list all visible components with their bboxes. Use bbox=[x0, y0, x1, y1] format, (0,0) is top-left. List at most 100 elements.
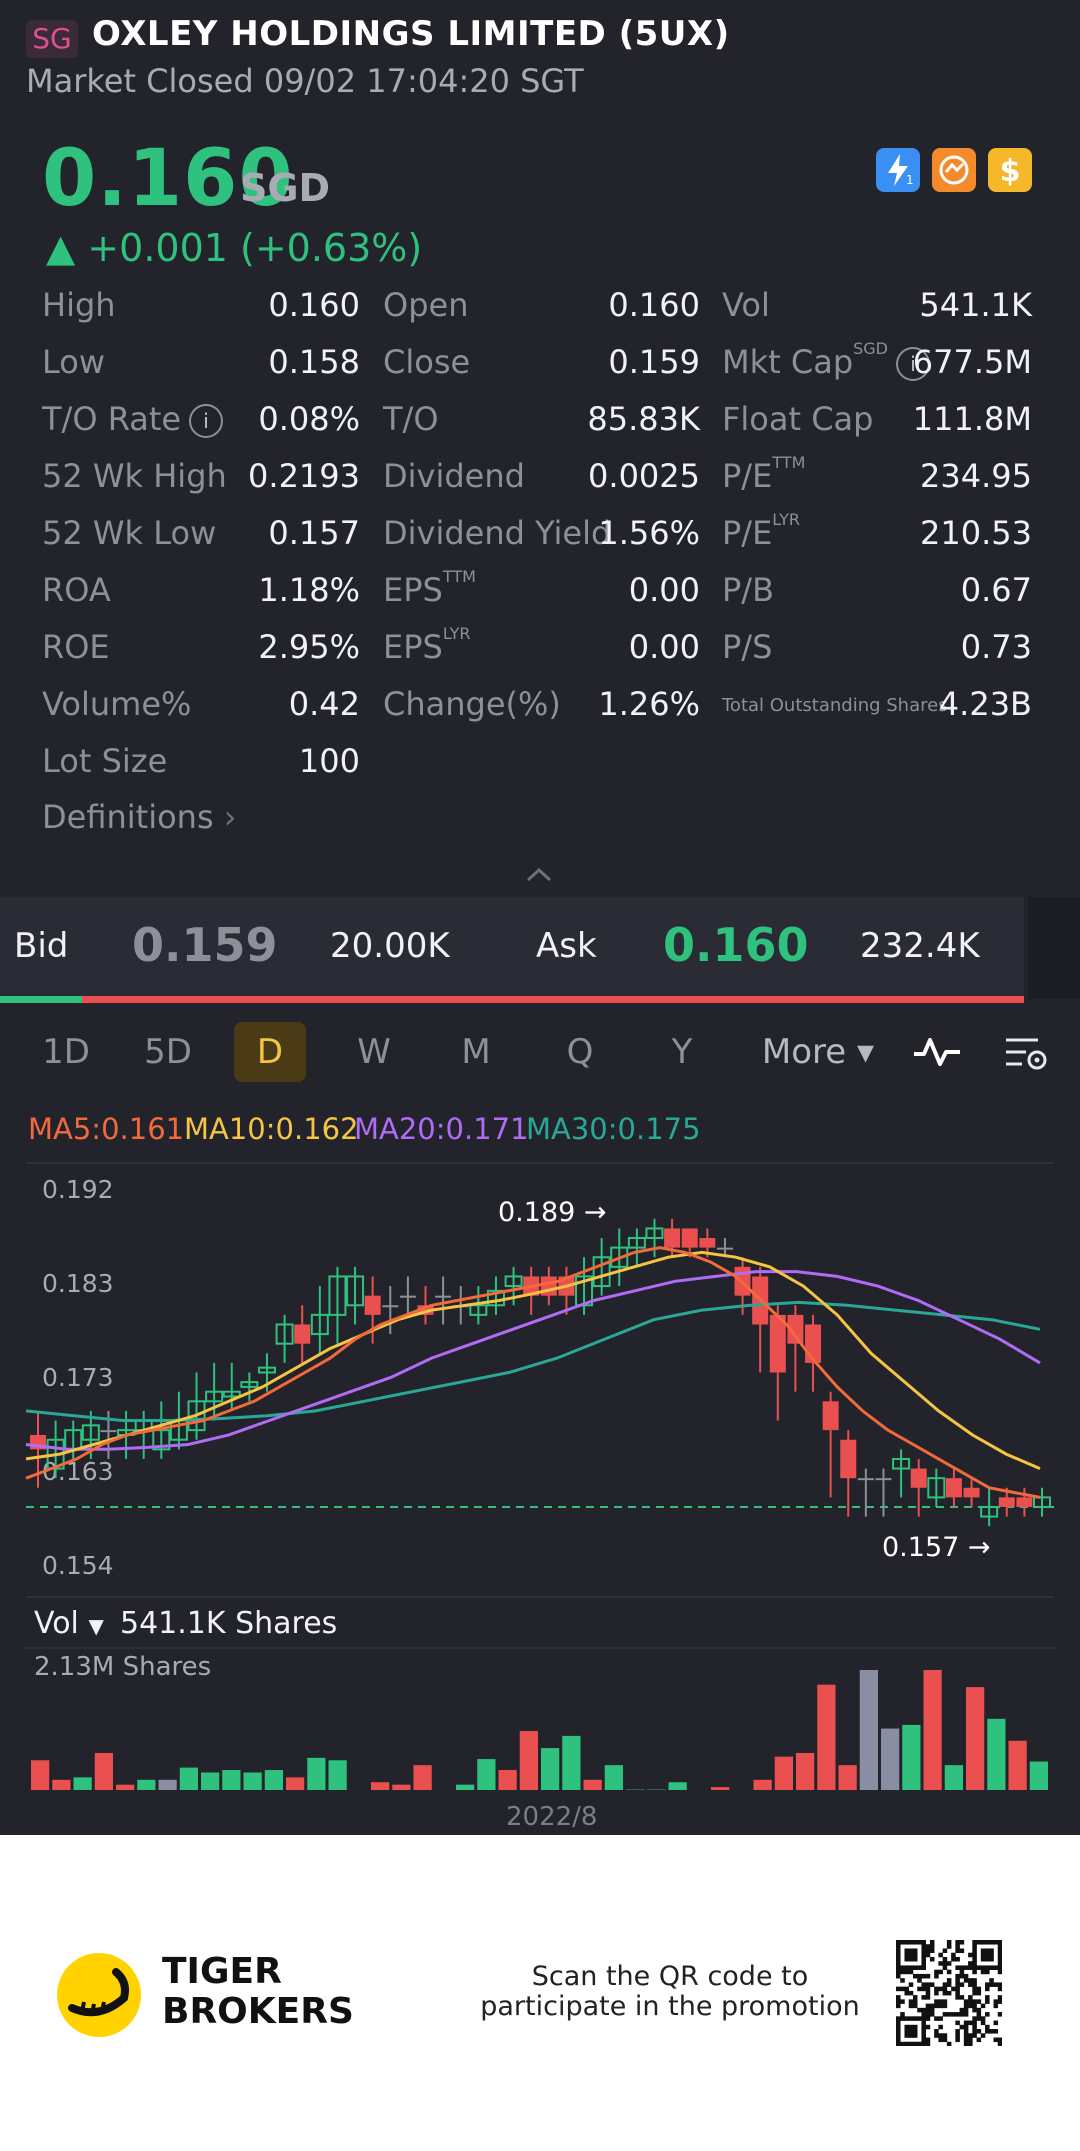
collapse-chevron-icon[interactable] bbox=[524, 866, 554, 888]
dollar-icon[interactable]: $ bbox=[988, 148, 1032, 192]
qr-module bbox=[896, 1948, 901, 1954]
volume-bar bbox=[859, 1670, 878, 1790]
qr-module bbox=[896, 1965, 901, 1970]
volume-selector[interactable]: Vol ▼ bbox=[34, 1606, 104, 1641]
price-chart[interactable]: 0.192 0.183 0.173 0.163 0.154 0.189 → 0.157 → bbox=[0, 1160, 1080, 1790]
qr-module bbox=[921, 2016, 926, 2021]
qr-module bbox=[896, 2033, 901, 2038]
qr-module bbox=[955, 2012, 960, 2017]
volume-bar bbox=[541, 1748, 560, 1790]
info-icon[interactable]: i bbox=[189, 404, 224, 438]
qr-module bbox=[908, 2016, 914, 2021]
qr-module bbox=[993, 2003, 999, 2009]
qr-module bbox=[896, 2029, 901, 2034]
qr-module bbox=[938, 1952, 943, 1958]
volume-bar bbox=[201, 1772, 220, 1790]
qr-module bbox=[917, 1973, 922, 1979]
qr-module bbox=[972, 1999, 977, 2004]
exchange-icon[interactable] bbox=[932, 148, 976, 192]
qr-module bbox=[989, 1956, 994, 1962]
qr-module bbox=[921, 1961, 926, 1966]
svg-text:1: 1 bbox=[906, 173, 914, 187]
qr-module bbox=[921, 2037, 926, 2043]
exchange-badge: SG bbox=[26, 20, 78, 58]
qr-module bbox=[925, 2007, 931, 2013]
stat-value: 85.83K bbox=[587, 400, 700, 438]
qr-module bbox=[896, 1973, 901, 1979]
qr-module bbox=[900, 1999, 905, 2004]
qr-module bbox=[959, 1995, 965, 2000]
volume-bar bbox=[371, 1782, 390, 1790]
candle-body bbox=[364, 1295, 381, 1315]
volume-bar bbox=[307, 1757, 326, 1790]
ask-size: 232.4K bbox=[860, 926, 980, 966]
ma10-legend: MA10:0.162 bbox=[184, 1112, 359, 1146]
volume-bar bbox=[222, 1770, 241, 1790]
qr-module bbox=[985, 1995, 990, 2000]
volume-bar bbox=[498, 1770, 517, 1790]
qr-module bbox=[921, 1965, 926, 1970]
qr-module bbox=[959, 1948, 965, 1954]
qr-module bbox=[938, 2037, 943, 2043]
volume-bar bbox=[158, 1779, 177, 1790]
qr-module bbox=[968, 1965, 973, 1970]
volume-bar bbox=[562, 1735, 581, 1790]
qr-module bbox=[925, 1995, 931, 2000]
stat-value: 541.1K bbox=[919, 286, 1032, 324]
bid-ratio-bar bbox=[0, 996, 82, 1003]
qr-module bbox=[985, 1999, 990, 2004]
stat-label: Vol bbox=[722, 286, 770, 324]
qr-module bbox=[959, 1969, 965, 1975]
tab-1d[interactable]: 1D bbox=[30, 1022, 102, 1082]
qr-module bbox=[955, 1965, 960, 1970]
lightning-icon[interactable]: 1 bbox=[876, 148, 920, 192]
indicator-icon[interactable] bbox=[912, 1032, 962, 1076]
stat-label: ROE bbox=[42, 628, 110, 666]
qr-module bbox=[976, 1986, 982, 1992]
tab-w[interactable]: W bbox=[338, 1022, 410, 1082]
tab-m[interactable]: M bbox=[440, 1022, 512, 1082]
qr-module bbox=[980, 1952, 986, 1958]
qr-module bbox=[921, 1940, 926, 1945]
tab-y[interactable]: Y bbox=[646, 1022, 718, 1082]
qr-module bbox=[972, 1986, 977, 1992]
qr-module bbox=[929, 1982, 935, 1987]
qr-module bbox=[917, 2041, 922, 2046]
qr-module bbox=[963, 1973, 969, 1979]
tab-more[interactable]: More ▾ bbox=[748, 1022, 888, 1082]
qr-module bbox=[946, 1982, 952, 1987]
qr-module bbox=[908, 2041, 914, 2046]
stock-title: OXLEY HOLDINGS LIMITED (5UX) bbox=[92, 14, 730, 54]
qr-module bbox=[989, 1965, 994, 1970]
qr-module bbox=[959, 2024, 965, 2030]
tab-d[interactable]: D bbox=[234, 1022, 306, 1082]
currency-label: SGD bbox=[240, 166, 331, 210]
volume-bar bbox=[583, 1779, 602, 1790]
qr-module bbox=[972, 1952, 977, 1958]
qr-module bbox=[968, 1995, 973, 2000]
qr-module bbox=[997, 2037, 1002, 2043]
definitions-link[interactable]: Definitions › bbox=[42, 798, 237, 836]
qr-module bbox=[921, 2020, 926, 2026]
qr-module bbox=[929, 2007, 935, 2013]
volume-bar bbox=[52, 1779, 71, 1790]
qr-module bbox=[917, 1940, 922, 1945]
qr-module bbox=[946, 2012, 952, 2017]
volume-bar bbox=[796, 1752, 815, 1790]
volume-bar bbox=[137, 1779, 156, 1790]
volume-bar bbox=[881, 1728, 900, 1790]
qr-module bbox=[993, 2020, 999, 2026]
qr-module bbox=[946, 1969, 952, 1975]
qr-module bbox=[912, 2003, 918, 2009]
volume-bar bbox=[519, 1731, 538, 1790]
qr-module bbox=[985, 2029, 990, 2034]
qr-module bbox=[925, 1982, 931, 1987]
qr-module bbox=[985, 1956, 990, 1962]
chart-settings-icon[interactable] bbox=[1004, 1034, 1050, 1078]
stat-value: 0.158 bbox=[268, 343, 360, 381]
low-marker-label: 0.157 → bbox=[882, 1532, 991, 1563]
tab-5d[interactable]: 5D bbox=[132, 1022, 204, 1082]
tab-q[interactable]: Q bbox=[544, 1022, 616, 1082]
stat-label: Mkt CapSGDi bbox=[722, 339, 930, 381]
qr-module bbox=[925, 1973, 931, 1979]
